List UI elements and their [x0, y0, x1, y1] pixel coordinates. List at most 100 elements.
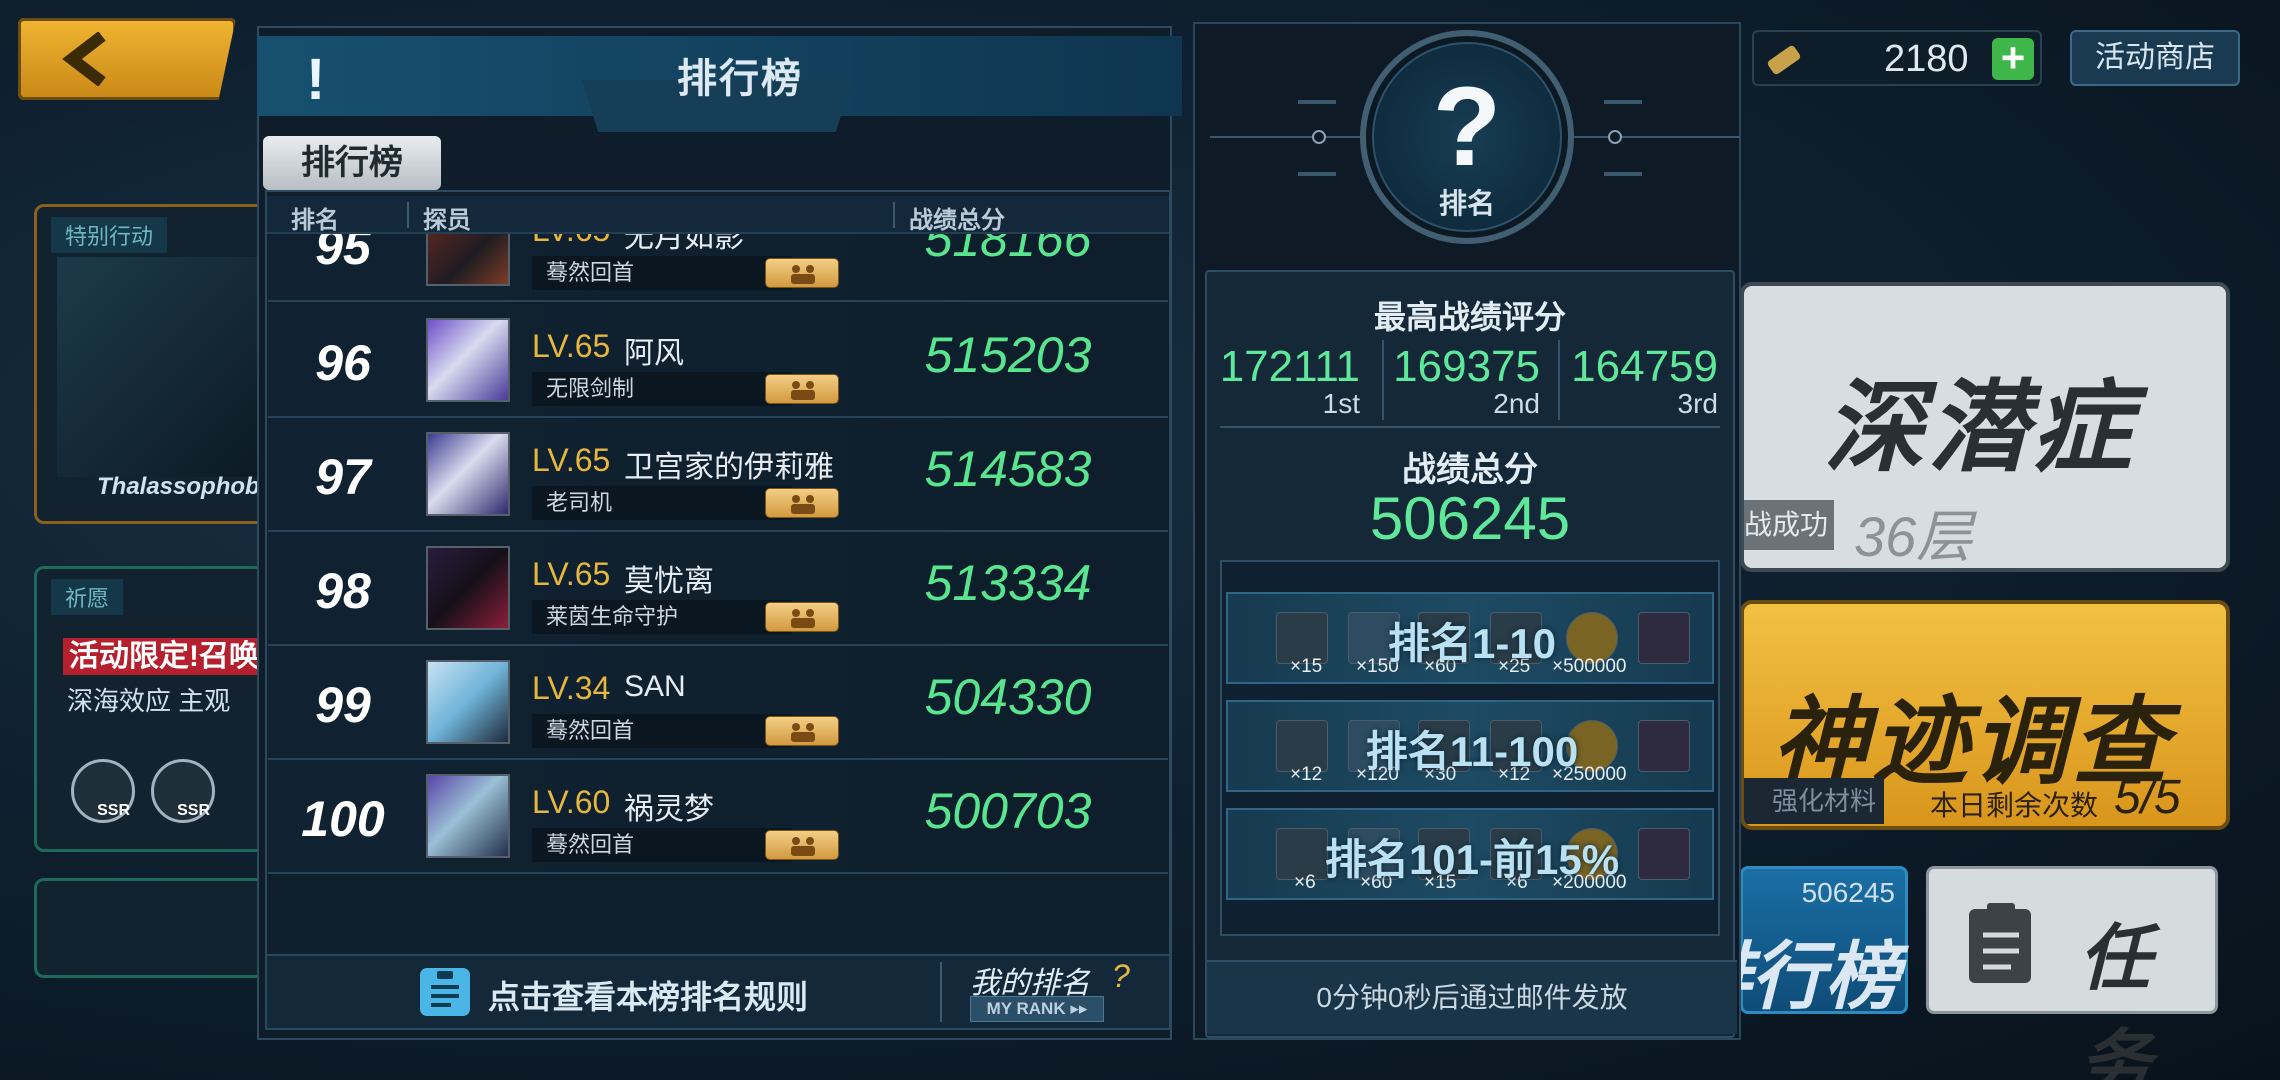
special-operation-tag: 特别行动	[51, 217, 168, 253]
deep-dive-card[interactable]: 深潜症 挑战成功 36层	[1740, 282, 2230, 572]
agent-title: 蓦然回首	[532, 828, 792, 862]
agent-badge[interactable]	[765, 602, 839, 632]
leaderboard-row[interactable]: 98 LV.65 莫忧离 莱茵生命守护 513334	[268, 532, 1168, 646]
my-rank-button[interactable]: MY RANK ▸▸	[970, 996, 1104, 1022]
reward-tier-2[interactable]: ×12 ×120 ×30 ×12 ×250000 排名11-100	[1226, 700, 1714, 792]
agent-level: LV.65	[532, 234, 610, 249]
miracle-remain-label: 本日剩余次数	[1930, 790, 2099, 821]
leaderboard-row[interactable]: 96 LV.65 阿风 无限剑制 515203	[268, 304, 1168, 418]
miracle-remain-count: 5/5	[2114, 771, 2181, 824]
agent-level: LV.65	[532, 556, 611, 592]
deep-dive-floor: 36层	[1854, 505, 1973, 568]
agent-badge[interactable]	[765, 488, 839, 518]
tech-line	[1604, 100, 1642, 104]
back-arrow-icon	[62, 32, 106, 86]
leaderboard-row[interactable]: 97 LV.65 卫宫家的伊莉雅 老司机 514583	[268, 418, 1168, 532]
tech-line	[1298, 100, 1336, 104]
agent-score: 500703	[924, 783, 1092, 839]
deep-dive-success: 挑战成功	[1744, 500, 1834, 550]
leaderboard-list[interactable]: 95 LV.65 无月如影 蓦然回首 518166 96 LV.65 阿风 无限…	[268, 234, 1168, 954]
leaderboard-row[interactable]: 100 LV.60 祸灵梦 蓦然回首 500703	[268, 760, 1168, 874]
top-place-2: 2nd	[1493, 388, 1540, 419]
reward-tier-3[interactable]: ×6 ×60 ×15 ×6 ×200000 排名101-前15%	[1226, 808, 1714, 900]
top-place-3: 3rd	[1677, 388, 1718, 419]
agent-level: LV.65	[532, 328, 611, 364]
leaderboard-header-row: 排名 探员 战绩总分	[267, 196, 1169, 234]
column-agent: 探员	[423, 207, 471, 234]
reward-tier-label: 排名101-前15%	[1324, 836, 1620, 883]
tech-line	[1298, 172, 1336, 176]
currency-amount: 2180	[1884, 38, 1969, 80]
agent-badge[interactable]	[765, 830, 839, 860]
reward-tier-1[interactable]: ×15 ×150 ×60 ×25 ×500000 排名1-10	[1226, 592, 1714, 684]
bottom-left-card[interactable]	[34, 878, 274, 978]
ticket-icon	[1767, 45, 1801, 75]
back-button[interactable]	[18, 18, 236, 100]
tab-leaderboard[interactable]: 排行榜	[263, 136, 441, 190]
agent-name: SAN	[624, 670, 686, 703]
reward-tier-label: 排名11-100	[1365, 728, 1579, 775]
alert-icon: !	[306, 47, 326, 112]
agent-avatar	[426, 546, 510, 630]
mail-delivery-note: 0分钟0秒后通过邮件发放	[1316, 982, 1628, 1013]
miracle-survey-card[interactable]: 神迹调查 强化材料 本日剩余次数 5/5	[1740, 600, 2230, 830]
agent-title: 蓦然回首	[532, 256, 792, 290]
unknown-rank-icon: ?	[1432, 64, 1502, 189]
currency-bar: 2180 +	[1752, 30, 2042, 86]
tech-line	[1604, 172, 1642, 176]
top-score-2: 169375	[1393, 342, 1540, 391]
special-operation-card[interactable]: 特别行动 Thalassophob	[34, 204, 274, 524]
leaderboard-title: 排行榜	[677, 57, 803, 101]
agent-title: 老司机	[532, 486, 792, 520]
agent-name: 阿风	[624, 337, 684, 370]
agent-score: 518166	[924, 234, 1092, 267]
score-divider	[1558, 340, 1560, 420]
best-score-title: 最高战绩评分	[1373, 299, 1566, 335]
top-score-3: 164759	[1571, 342, 1718, 391]
agent-title: 无限剑制	[532, 372, 792, 406]
score-divider	[1382, 340, 1384, 420]
prayer-card[interactable]: 祈愿 活动限定!召唤 深海效应 主观 SSR SSR	[34, 566, 274, 852]
leaderboard-row[interactable]: 99 LV.34 SAN 蓦然回首 504330	[268, 646, 1168, 760]
agent-avatar	[426, 660, 510, 744]
agent-avatar	[426, 234, 510, 286]
task-card[interactable]: 任务	[1926, 866, 2218, 1080]
leaderboard-card-score: 506245	[1801, 877, 1895, 908]
deep-dive-title: 深潜症	[1824, 372, 2136, 484]
total-score-value: 506245	[1369, 485, 1571, 552]
leaderboard-card[interactable]: 506245 排行榜	[1677, 866, 1908, 1018]
limited-banner: 活动限定!召唤	[63, 638, 265, 675]
agent-badge[interactable]	[765, 716, 839, 746]
event-shop-button[interactable]: 活动商店	[2070, 30, 2240, 86]
agent-avatar	[426, 774, 510, 858]
agent-level: LV.34	[532, 670, 611, 706]
team-icon	[791, 381, 815, 400]
leaderboard-row[interactable]: 95 LV.65 无月如影 蓦然回首 518166	[268, 234, 1168, 302]
tech-node	[1312, 130, 1326, 144]
rules-link[interactable]: 点击查看本榜排名规则	[488, 972, 808, 1018]
rules-icon[interactable]	[420, 968, 470, 1016]
agent-avatar	[426, 432, 510, 516]
agent-name: 卫宫家的伊莉雅	[624, 451, 834, 484]
add-currency-button[interactable]: +	[1992, 37, 2034, 80]
prayer-tag: 祈愿	[51, 579, 124, 615]
column-score: 战绩总分	[909, 207, 1005, 234]
top-score-1: 172111	[1219, 342, 1360, 391]
agent-level: LV.60	[532, 784, 611, 820]
game-screen: 特别行动 Thalassophob 祈愿 活动限定!召唤 深海效应 主观 SSR…	[0, 0, 2280, 1080]
header-divider	[407, 202, 409, 228]
agent-title: 莱茵生命守护	[532, 600, 792, 634]
team-icon	[791, 723, 815, 742]
row-rank: 97	[315, 449, 371, 505]
team-icon	[791, 265, 815, 284]
agent-badge[interactable]	[765, 258, 839, 288]
my-rank-help-icon[interactable]: ?	[1112, 958, 1130, 995]
agent-title: 蓦然回首	[532, 714, 792, 748]
agent-badge[interactable]	[765, 374, 839, 404]
row-rank: 96	[315, 335, 371, 391]
column-rank: 排名	[291, 207, 339, 234]
row-rank: 98	[315, 563, 371, 619]
agent-name: 无月如影	[624, 234, 744, 254]
agent-name: 莫忧离	[624, 565, 714, 598]
special-operation-art	[57, 257, 257, 477]
